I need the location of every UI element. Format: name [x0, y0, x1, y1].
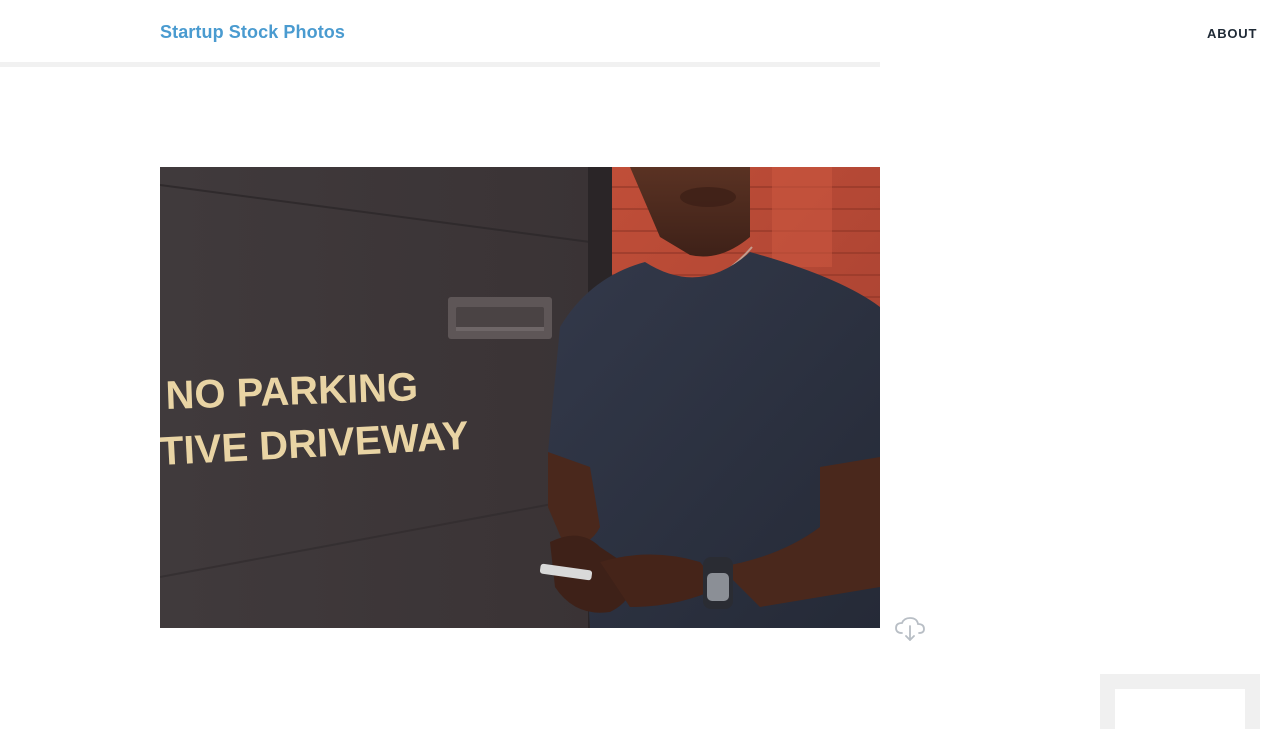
- featured-photo[interactable]: NO PARKING TIVE DRIVEWAY: [160, 167, 880, 628]
- download-button[interactable]: [894, 615, 926, 643]
- photo-image: NO PARKING TIVE DRIVEWAY: [160, 167, 880, 628]
- site-title-link[interactable]: Startup Stock Photos: [160, 22, 345, 43]
- nav-about-link[interactable]: ABOUT: [1207, 26, 1257, 41]
- header-divider: [0, 62, 880, 67]
- corner-widget-panel: [1115, 689, 1245, 729]
- site-header: Startup Stock Photos: [0, 0, 880, 62]
- sign-text-line-1: NO PARKING: [165, 365, 419, 418]
- corner-widget: [1100, 674, 1260, 729]
- cloud-download-icon: [895, 617, 925, 641]
- page: Startup Stock Photos ABOUT NO PARKING TI…: [0, 0, 1280, 729]
